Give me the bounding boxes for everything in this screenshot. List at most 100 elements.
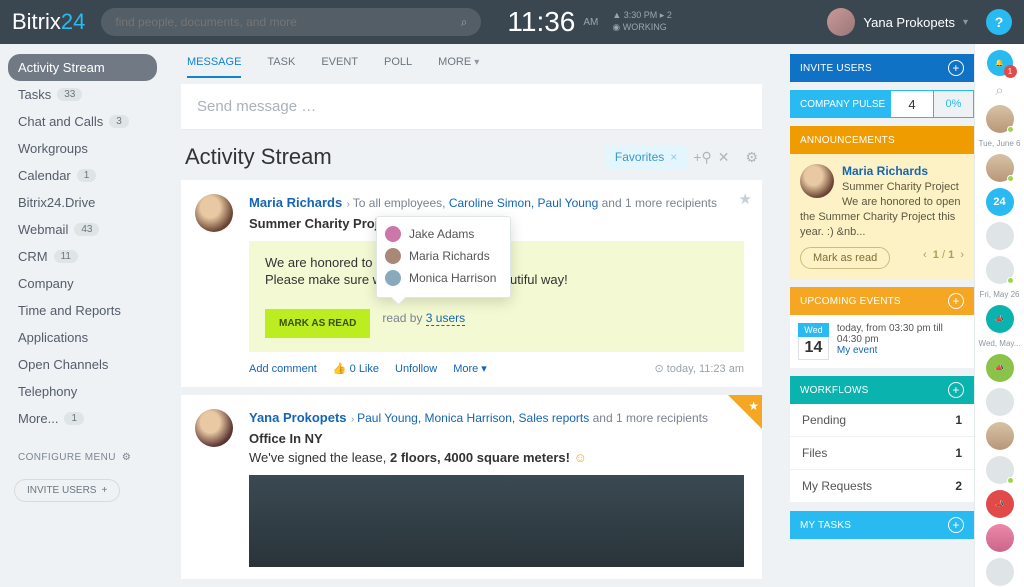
event-time: today, from 03:30 pm till 04:30 pm xyxy=(837,323,966,345)
stream-post: ★ Maria Richards › To all employees, Car… xyxy=(181,180,762,387)
help-button[interactable]: ? xyxy=(986,9,1012,35)
mark-as-read-button[interactable]: Mark as read xyxy=(800,247,890,269)
top-header: Bitrix24 ⌕ 11:36 AM ▲ 3:30 PM ▸ 2 ◉ WORK… xyxy=(0,0,1024,44)
tab-poll[interactable]: POLL xyxy=(384,56,412,78)
tab-event[interactable]: EVENT xyxy=(321,56,358,78)
nav-time[interactable]: Time and Reports xyxy=(8,297,157,324)
gear-icon[interactable]: ⚙ xyxy=(745,149,758,166)
nav-drive[interactable]: Bitrix24.Drive xyxy=(8,189,157,216)
more-link[interactable]: More ▾ xyxy=(453,362,487,375)
mark-as-read-button[interactable]: MARK AS READ xyxy=(265,309,370,338)
configure-menu[interactable]: CONFIGURE MENU⚙ xyxy=(8,446,157,469)
notifications-icon[interactable]: 🔔1 xyxy=(987,50,1013,76)
pulse-value: 4 xyxy=(890,90,934,118)
favorites-filter[interactable]: Favorites × xyxy=(605,145,687,169)
rail-date: Tue, June 6 xyxy=(979,139,1021,148)
contact-avatar[interactable] xyxy=(986,154,1014,182)
workflow-row[interactable]: Files1 xyxy=(790,437,974,470)
contact-avatar[interactable] xyxy=(986,558,1014,586)
megaphone-icon[interactable]: 📣 xyxy=(986,354,1014,382)
tab-message[interactable]: MESSAGE xyxy=(187,56,241,78)
nav-calendar[interactable]: Calendar1 xyxy=(8,162,157,189)
pulse-percent: 0% xyxy=(934,90,974,118)
plus-icon: + xyxy=(101,485,107,496)
nav-more[interactable]: More...1 xyxy=(8,405,157,432)
plus-icon[interactable]: + xyxy=(948,60,964,76)
tooltip-user[interactable]: Jake Adams xyxy=(409,227,474,241)
announcement-card[interactable]: Maria Richards Summer Charity Project We… xyxy=(790,154,974,279)
plus-icon[interactable]: + xyxy=(948,293,964,309)
add-comment-link[interactable]: Add comment xyxy=(249,363,317,375)
nav-chat[interactable]: Chat and Calls3 xyxy=(8,108,157,135)
nav-company[interactable]: Company xyxy=(8,270,157,297)
upcoming-event[interactable]: Wed 14 today, from 03:30 pm till 04:30 p… xyxy=(790,315,974,368)
nav-tasks[interactable]: Tasks33 xyxy=(8,81,157,108)
workflow-row[interactable]: My Requests2 xyxy=(790,470,974,503)
like-link[interactable]: 👍 0 Like xyxy=(333,362,379,375)
workflows-header[interactable]: WORKFLOWS+ xyxy=(790,376,974,404)
nav-webmail[interactable]: Webmail43 xyxy=(8,216,157,243)
megaphone-icon[interactable]: 📣 xyxy=(986,305,1014,333)
contact-avatar[interactable] xyxy=(986,422,1014,450)
search-icon[interactable]: ⌕ xyxy=(995,82,1003,99)
invite-users-panel[interactable]: INVITE USERS+ xyxy=(790,54,974,82)
unfollow-link[interactable]: Unfollow xyxy=(395,363,437,375)
post-image[interactable] xyxy=(249,475,744,567)
events-header[interactable]: UPCOMING EVENTS+ xyxy=(790,287,974,315)
event-title[interactable]: My event xyxy=(837,345,966,356)
post-author[interactable]: Yana Prokopets xyxy=(249,410,347,425)
close-icon[interactable]: × xyxy=(670,150,677,164)
read-by-link[interactable]: 3 users xyxy=(426,311,465,326)
star-icon[interactable]: ★ xyxy=(739,190,752,208)
post-subject: Office In NY xyxy=(249,431,744,446)
star-corner-icon[interactable] xyxy=(728,395,762,429)
search-icon[interactable]: ⌕ xyxy=(461,15,468,30)
post-author[interactable]: Maria Richards xyxy=(249,195,342,210)
contact-avatar[interactable] xyxy=(986,456,1014,484)
post-avatar[interactable] xyxy=(195,194,233,232)
contact-avatar[interactable] xyxy=(986,256,1014,284)
tooltip-user[interactable]: Maria Richards xyxy=(409,249,490,263)
plus-icon[interactable]: + xyxy=(948,382,964,398)
post-body-text: We've signed the lease, 2 floors, 4000 s… xyxy=(249,450,744,465)
user-avatar-icon xyxy=(385,248,401,264)
contact-rail: 🔔1 ⌕ Tue, June 6 24 Fri, May 26 📣 Wed, M… xyxy=(974,44,1024,587)
tooltip-user[interactable]: Monica Harrison xyxy=(409,271,496,285)
workflow-row[interactable]: Pending1 xyxy=(790,404,974,437)
post-avatar[interactable] xyxy=(195,409,233,447)
nav-telephony[interactable]: Telephony xyxy=(8,378,157,405)
invite-users-pill[interactable]: INVITE USERS+ xyxy=(14,479,120,502)
calendar-day-icon: Wed 14 xyxy=(798,323,829,360)
nav-workgroups[interactable]: Workgroups xyxy=(8,135,157,162)
contact-avatar[interactable] xyxy=(986,105,1014,133)
nav-crm[interactable]: CRM11 xyxy=(8,243,157,270)
clock-ampm: AM xyxy=(583,17,598,28)
contact-avatar[interactable] xyxy=(986,388,1014,416)
composer-input[interactable]: Send message … xyxy=(181,84,762,130)
add-person-icon[interactable]: +⚲ xyxy=(693,149,711,166)
tab-more[interactable]: MORE ▾ xyxy=(438,56,479,78)
company-pulse[interactable]: COMPANY PULSE 4 0% xyxy=(790,90,974,118)
contact-avatar[interactable] xyxy=(986,524,1014,552)
search-input[interactable] xyxy=(115,15,460,29)
post-recipients: To all employees, Caroline Simon, Paul Y… xyxy=(353,196,717,210)
nav-channels[interactable]: Open Channels xyxy=(8,351,157,378)
left-sidebar: Activity Stream Tasks33 Chat and Calls3 … xyxy=(0,44,165,522)
global-search[interactable]: ⌕ xyxy=(101,8,481,36)
user-avatar-icon xyxy=(385,226,401,242)
contact-avatar[interactable] xyxy=(986,222,1014,250)
nav-activity-stream[interactable]: Activity Stream xyxy=(8,54,157,81)
clock-widget[interactable]: 11:36 AM ▲ 3:30 PM ▸ 2 ◉ WORKING xyxy=(507,6,671,38)
announcements-header: ANNOUNCEMENTS xyxy=(790,126,974,154)
logo[interactable]: Bitrix24 xyxy=(12,9,85,35)
close-icon[interactable]: ✕ xyxy=(718,149,730,166)
rail-date: Wed, May... xyxy=(979,339,1021,348)
tab-task[interactable]: TASK xyxy=(267,56,295,78)
b24-icon[interactable]: 24 xyxy=(986,188,1014,216)
user-menu[interactable]: Yana Prokopets ▾ ? xyxy=(827,8,1012,36)
my-tasks-header[interactable]: MY TASKS+ xyxy=(790,511,974,539)
nav-apps[interactable]: Applications xyxy=(8,324,157,351)
announcement-pager[interactable]: ‹ 1 / 1 › xyxy=(923,249,964,261)
megaphone-icon[interactable]: 📣 xyxy=(986,490,1014,518)
plus-icon[interactable]: + xyxy=(948,517,964,533)
